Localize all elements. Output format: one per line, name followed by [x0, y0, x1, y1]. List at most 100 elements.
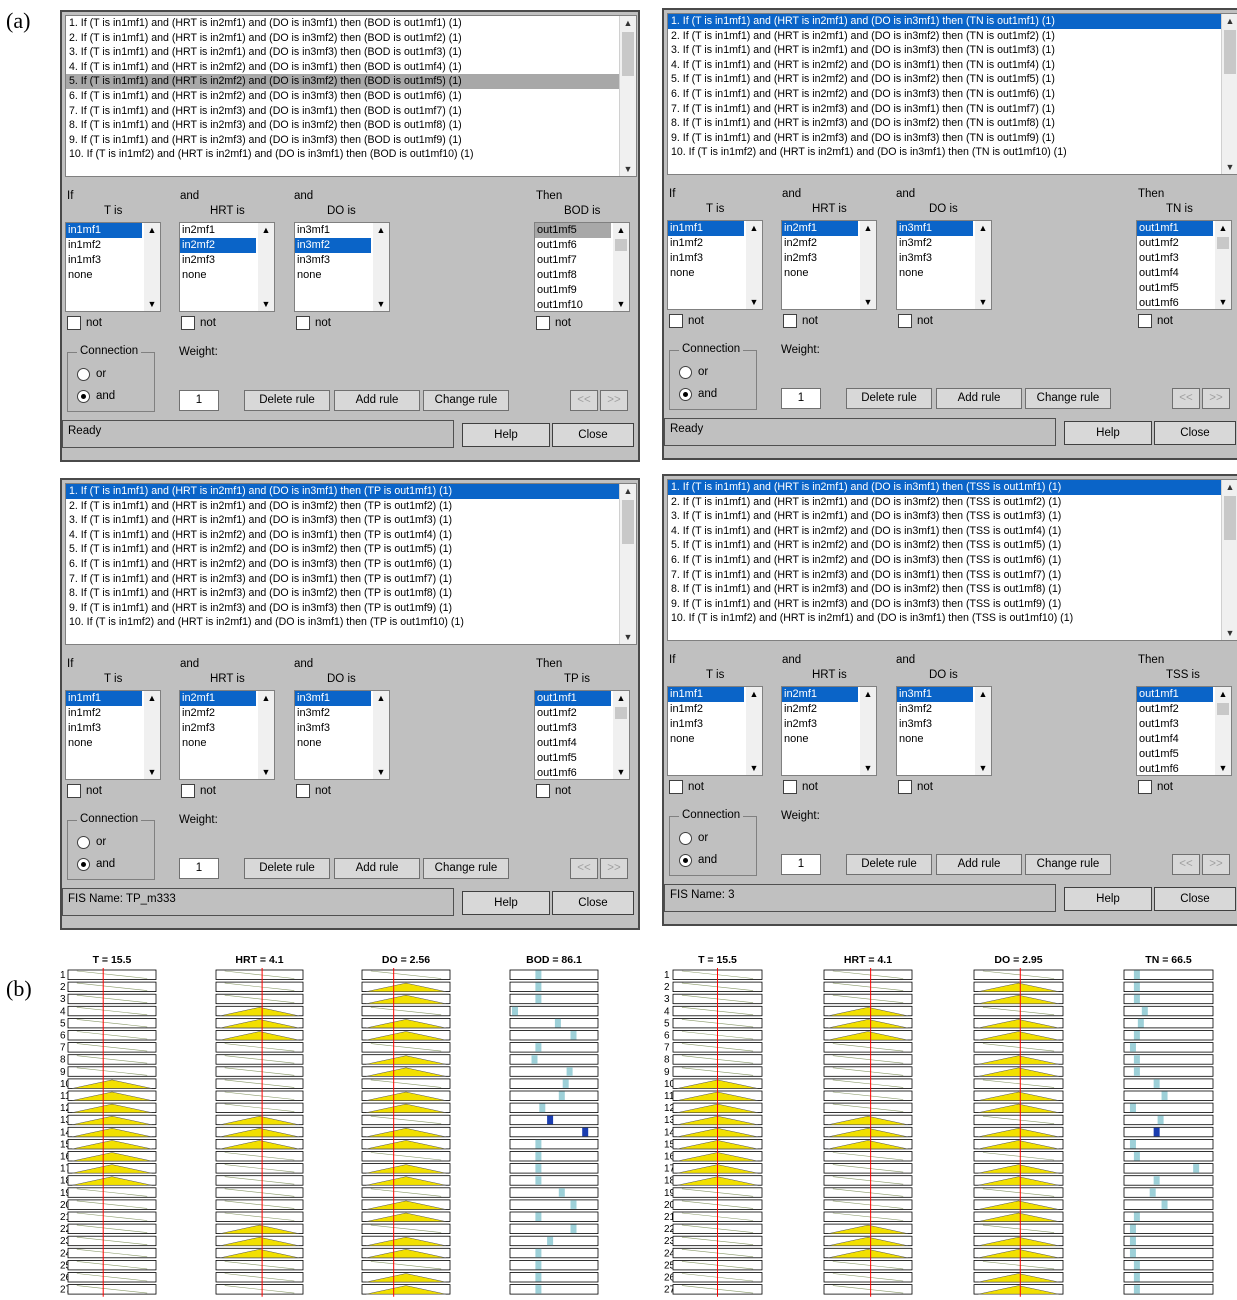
- rule-cell: [509, 1030, 599, 1041]
- rule-cell: [509, 1223, 599, 1234]
- rule-cell: [509, 1260, 599, 1271]
- rule-number: 2: [664, 982, 670, 993]
- rule-cell: [1123, 1005, 1214, 1017]
- rule-cell: [1123, 1235, 1214, 1247]
- rule-cell: [1123, 1114, 1214, 1126]
- output-bar: [1129, 1248, 1136, 1258]
- output-bar: [570, 1224, 577, 1234]
- rule-cell: [1123, 1247, 1214, 1259]
- output-bar: [1133, 1031, 1140, 1040]
- rule-cell: [509, 1175, 599, 1186]
- rule-cell: [509, 1235, 599, 1247]
- rule-cell: [1123, 1187, 1214, 1198]
- rule-cell: [509, 981, 599, 992]
- output-bar: [1193, 1164, 1200, 1173]
- rule-cell: [509, 1102, 599, 1113]
- output-bar: [535, 1260, 542, 1270]
- rule-cell: [1123, 1199, 1214, 1210]
- output-bar: [1133, 1212, 1140, 1221]
- output-bar: [1161, 1200, 1168, 1209]
- output-bar: [531, 1055, 538, 1064]
- rule-cell: [509, 1187, 599, 1198]
- rule-number: 6: [664, 1031, 670, 1042]
- rule-cell: [509, 969, 599, 980]
- output-bar: [512, 1006, 518, 1016]
- rule-number: 3: [664, 994, 670, 1005]
- output-bar: [539, 1103, 546, 1113]
- output-bar: [535, 1285, 542, 1294]
- output-bar: [535, 970, 542, 979]
- rule-cell: [509, 1018, 599, 1029]
- output-bar: [535, 1273, 542, 1282]
- variable-title: HRT = 4.1: [235, 954, 283, 966]
- rule-cell: [1123, 1139, 1214, 1150]
- rule-cell: [509, 1284, 599, 1295]
- rule-cell: [509, 1066, 599, 1077]
- rule-cell: [509, 1005, 599, 1017]
- output-bar: [1129, 1043, 1136, 1052]
- variable-title: BOD = 86.1: [526, 954, 582, 966]
- rule-cell: [1123, 1090, 1214, 1101]
- output-bar: [1133, 970, 1140, 979]
- rule-cell: [1123, 1175, 1214, 1186]
- output-bar: [1129, 1139, 1136, 1149]
- output-bar: [1129, 1224, 1136, 1234]
- rule-cell: [1123, 1126, 1214, 1138]
- rule-number: 5: [664, 1018, 670, 1029]
- rule-cell: [509, 1199, 599, 1210]
- output-bar: [1153, 1127, 1160, 1137]
- variable-title: TN = 66.5: [1145, 954, 1192, 966]
- output-bar: [535, 1152, 542, 1161]
- output-bar: [535, 1212, 542, 1221]
- rule-number: 8: [60, 1055, 66, 1066]
- rule-viewer-plots: 1234567891011121314151617181920212223242…: [60, 954, 1214, 1297]
- rule-cell: [1123, 1102, 1214, 1113]
- output-bar: [1133, 1055, 1140, 1064]
- output-bar: [554, 1018, 561, 1028]
- rule-number: 4: [60, 1006, 66, 1017]
- rule-number: 1: [664, 970, 670, 981]
- output-bar: [1149, 1188, 1156, 1197]
- output-bar: [1157, 1115, 1164, 1125]
- output-bar: [558, 1091, 565, 1100]
- rule-cell: [1123, 1223, 1214, 1234]
- output-bar: [1133, 1273, 1140, 1282]
- output-bar: [1133, 1285, 1140, 1294]
- output-bar: [1137, 1018, 1144, 1028]
- output-bar: [582, 1127, 589, 1137]
- rule-cell: [1123, 1078, 1214, 1089]
- output-bar: [1133, 1067, 1140, 1076]
- output-bar: [547, 1236, 554, 1246]
- output-bar: [570, 1031, 577, 1040]
- variable-title: T = 15.5: [93, 954, 132, 966]
- output-bar: [1133, 1152, 1140, 1161]
- output-bar: [535, 1139, 542, 1149]
- rule-number: 9: [60, 1067, 66, 1078]
- output-bar: [1133, 1260, 1140, 1270]
- rule-cell: [1123, 1042, 1214, 1053]
- output-bar: [1153, 1079, 1160, 1088]
- rule-number: 5: [60, 1018, 66, 1029]
- rule-cell: [509, 1090, 599, 1101]
- rule-number: 4: [664, 1006, 670, 1017]
- rule-cell: [509, 1114, 599, 1126]
- output-bar: [1161, 1091, 1168, 1100]
- variable-title: HRT = 4.1: [844, 954, 892, 966]
- rule-cell: [509, 1247, 599, 1259]
- variable-title: DO = 2.95: [994, 954, 1042, 966]
- output-bar: [1133, 994, 1140, 1004]
- rule-number: 7: [664, 1043, 670, 1054]
- rule-number: 8: [664, 1055, 670, 1066]
- rule-cell: [509, 993, 599, 1005]
- rule-number: 7: [60, 1043, 66, 1054]
- rule-cell: [509, 1042, 599, 1053]
- rule-number: 9: [664, 1067, 670, 1078]
- rule-cell: [509, 1163, 599, 1174]
- rule-cell: [509, 1054, 599, 1065]
- output-bar: [562, 1079, 569, 1088]
- output-bar: [535, 982, 542, 992]
- rule-number: 2: [60, 982, 66, 993]
- output-bar: [535, 994, 542, 1004]
- rule-cell: [509, 1211, 599, 1222]
- output-bar: [535, 1043, 542, 1052]
